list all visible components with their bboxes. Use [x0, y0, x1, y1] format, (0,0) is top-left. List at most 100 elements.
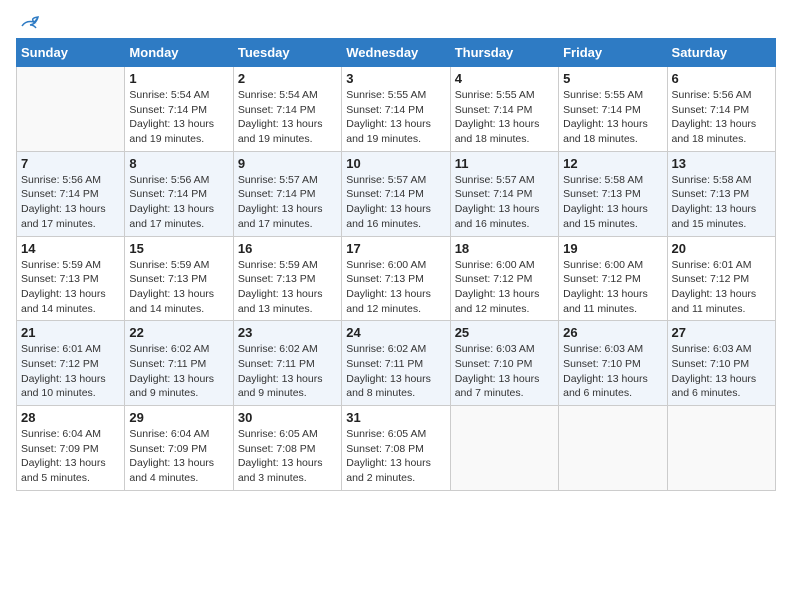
calendar-cell: 9Sunrise: 5:57 AM Sunset: 7:14 PM Daylig…: [233, 151, 341, 236]
day-number: 13: [672, 156, 771, 171]
calendar-cell: 10 Sunrise: 5:57 AM Sunset: 7:14 PM Dayli…: [342, 151, 450, 236]
calendar-cell: 24 Sunrise: 6:02 AM Sunset: 7:11 PM Dayli…: [342, 321, 450, 406]
calendar-week-row: 7 Sunrise: 5:56 AM Sunset: 7:14 PM Daylig…: [17, 151, 776, 236]
day-info-text: Sunrise: 5:55 AM Sunset: 7:14 PM Dayligh…: [455, 88, 554, 147]
calendar-cell: 30 Sunrise: 6:05 AM Sunset: 7:08 PM Dayli…: [233, 406, 341, 491]
calendar-cell: 11 Sunrise: 5:57 AM Sunset: 7:14 PM Dayli…: [450, 151, 558, 236]
day-info-text: Sunrise: 6:02 AM Sunset: 7:11 PM Dayligh…: [346, 342, 445, 401]
calendar-cell: 28 Sunrise: 6:04 AM Sunset: 7:09 PM Dayli…: [17, 406, 125, 491]
day-number: 9: [238, 156, 337, 171]
calendar-cell: 16Sunrise: 5:59 AM Sunset: 7:13 PM Dayli…: [233, 236, 341, 321]
column-header-thursday: Thursday: [450, 39, 558, 67]
day-number: 30: [238, 410, 337, 425]
day-info-text: Sunrise: 5:59 AM Sunset: 7:13 PM Dayligh…: [129, 258, 228, 317]
column-header-sunday: Sunday: [17, 39, 125, 67]
calendar-week-row: 28 Sunrise: 6:04 AM Sunset: 7:09 PM Dayli…: [17, 406, 776, 491]
day-number: 29: [129, 410, 228, 425]
calendar-cell: [450, 406, 558, 491]
day-number: 22: [129, 325, 228, 340]
calendar-cell: 19 Sunrise: 6:00 AM Sunset: 7:12 PM Dayli…: [559, 236, 667, 321]
day-number: 8: [129, 156, 228, 171]
day-number: 5: [563, 71, 662, 86]
calendar-cell: 17 Sunrise: 6:00 AM Sunset: 7:13 PM Dayli…: [342, 236, 450, 321]
calendar-cell: 27 Sunrise: 6:03 AM Sunset: 7:10 PM Dayli…: [667, 321, 775, 406]
day-info-text: Sunrise: 5:58 AM Sunset: 7:13 PM Dayligh…: [672, 173, 771, 232]
day-info-text: Sunrise: 6:00 AM Sunset: 7:12 PM Dayligh…: [563, 258, 662, 317]
day-info-text: Sunrise: 5:56 AM Sunset: 7:14 PM Dayligh…: [672, 88, 771, 147]
day-info-text: Sunrise: 5:56 AM Sunset: 7:14 PM Dayligh…: [21, 173, 120, 232]
calendar-cell: 12 Sunrise: 5:58 AM Sunset: 7:13 PM Dayli…: [559, 151, 667, 236]
day-number: 10: [346, 156, 445, 171]
day-info-text: Sunrise: 6:03 AM Sunset: 7:10 PM Dayligh…: [563, 342, 662, 401]
day-info-text: Sunrise: 5:57 AM Sunset: 7:14 PM Dayligh…: [455, 173, 554, 232]
day-number: 20: [672, 241, 771, 256]
day-info-text: Sunrise: 6:02 AM Sunset: 7:11 PM Dayligh…: [238, 342, 337, 401]
day-info-text: Sunrise: 5:58 AM Sunset: 7:13 PM Dayligh…: [563, 173, 662, 232]
day-number: 21: [21, 325, 120, 340]
day-number: 19: [563, 241, 662, 256]
calendar-cell: 1 Sunrise: 5:54 AM Sunset: 7:14 PM Daylig…: [125, 67, 233, 152]
calendar-cell: [559, 406, 667, 491]
day-number: 27: [672, 325, 771, 340]
day-number: 11: [455, 156, 554, 171]
day-number: 6: [672, 71, 771, 86]
day-info-text: Sunrise: 6:00 AM Sunset: 7:12 PM Dayligh…: [455, 258, 554, 317]
calendar-cell: 4 Sunrise: 5:55 AM Sunset: 7:14 PM Daylig…: [450, 67, 558, 152]
day-number: 2: [238, 71, 337, 86]
day-number: 4: [455, 71, 554, 86]
column-header-saturday: Saturday: [667, 39, 775, 67]
calendar-cell: 6 Sunrise: 5:56 AM Sunset: 7:14 PM Daylig…: [667, 67, 775, 152]
day-number: 15: [129, 241, 228, 256]
calendar-week-row: 1 Sunrise: 5:54 AM Sunset: 7:14 PM Daylig…: [17, 67, 776, 152]
day-number: 12: [563, 156, 662, 171]
calendar-cell: 14 Sunrise: 5:59 AM Sunset: 7:13 PM Dayli…: [17, 236, 125, 321]
day-info-text: Sunrise: 6:00 AM Sunset: 7:13 PM Dayligh…: [346, 258, 445, 317]
day-info-text: Sunrise: 6:01 AM Sunset: 7:12 PM Dayligh…: [21, 342, 120, 401]
day-info-text: Sunrise: 6:03 AM Sunset: 7:10 PM Dayligh…: [672, 342, 771, 401]
calendar-cell: 13 Sunrise: 5:58 AM Sunset: 7:13 PM Dayli…: [667, 151, 775, 236]
day-info-text: Sunrise: 6:05 AM Sunset: 7:08 PM Dayligh…: [238, 427, 337, 486]
calendar-week-row: 21 Sunrise: 6:01 AM Sunset: 7:12 PM Dayli…: [17, 321, 776, 406]
column-header-monday: Monday: [125, 39, 233, 67]
day-info-text: Sunrise: 5:54 AM Sunset: 7:14 PM Dayligh…: [129, 88, 228, 147]
day-number: 26: [563, 325, 662, 340]
day-info-text: Sunrise: 5:55 AM Sunset: 7:14 PM Dayligh…: [346, 88, 445, 147]
day-number: 3: [346, 71, 445, 86]
day-info-text: Sunrise: 6:05 AM Sunset: 7:08 PM Dayligh…: [346, 427, 445, 486]
day-info-text: Sunrise: 6:02 AM Sunset: 7:11 PM Dayligh…: [129, 342, 228, 401]
day-info-text: Sunrise: 5:55 AM Sunset: 7:14 PM Dayligh…: [563, 88, 662, 147]
calendar-cell: 2 Sunrise: 5:54 AM Sunset: 7:14 PM Daylig…: [233, 67, 341, 152]
calendar-cell: 7 Sunrise: 5:56 AM Sunset: 7:14 PM Daylig…: [17, 151, 125, 236]
day-number: 28: [21, 410, 120, 425]
calendar-cell: 22 Sunrise: 6:02 AM Sunset: 7:11 PM Dayli…: [125, 321, 233, 406]
calendar-header-row: SundayMondayTuesdayWednesdayThursdayFrid…: [17, 39, 776, 67]
day-info-text: Sunrise: 6:04 AM Sunset: 7:09 PM Dayligh…: [21, 427, 120, 486]
calendar-cell: 18 Sunrise: 6:00 AM Sunset: 7:12 PM Dayli…: [450, 236, 558, 321]
calendar-week-row: 14 Sunrise: 5:59 AM Sunset: 7:13 PM Dayli…: [17, 236, 776, 321]
day-info-text: Sunrise: 5:57 AM Sunset: 7:14 PM Dayligh…: [346, 173, 445, 232]
day-info-text: Sunrise: 6:04 AM Sunset: 7:09 PM Dayligh…: [129, 427, 228, 486]
calendar-table: SundayMondayTuesdayWednesdayThursdayFrid…: [16, 38, 776, 491]
day-info-text: Sunrise: 5:54 AM Sunset: 7:14 PM Dayligh…: [238, 88, 337, 147]
calendar-cell: 8Sunrise: 5:56 AM Sunset: 7:14 PM Daylig…: [125, 151, 233, 236]
calendar-cell: 31 Sunrise: 6:05 AM Sunset: 7:08 PM Dayli…: [342, 406, 450, 491]
day-number: 7: [21, 156, 120, 171]
day-info-text: Sunrise: 6:01 AM Sunset: 7:12 PM Dayligh…: [672, 258, 771, 317]
day-number: 17: [346, 241, 445, 256]
day-number: 23: [238, 325, 337, 340]
calendar-cell: 20 Sunrise: 6:01 AM Sunset: 7:12 PM Dayli…: [667, 236, 775, 321]
column-header-tuesday: Tuesday: [233, 39, 341, 67]
page-header: [16, 16, 776, 30]
day-number: 31: [346, 410, 445, 425]
day-info-text: Sunrise: 5:59 AM Sunset: 7:13 PM Dayligh…: [21, 258, 120, 317]
calendar-cell: [667, 406, 775, 491]
logo: [16, 16, 40, 30]
day-number: 14: [21, 241, 120, 256]
column-header-wednesday: Wednesday: [342, 39, 450, 67]
day-info-text: Sunrise: 6:03 AM Sunset: 7:10 PM Dayligh…: [455, 342, 554, 401]
calendar-cell: 23 Sunrise: 6:02 AM Sunset: 7:11 PM Dayli…: [233, 321, 341, 406]
day-number: 24: [346, 325, 445, 340]
day-number: 25: [455, 325, 554, 340]
day-number: 1: [129, 71, 228, 86]
day-number: 18: [455, 241, 554, 256]
